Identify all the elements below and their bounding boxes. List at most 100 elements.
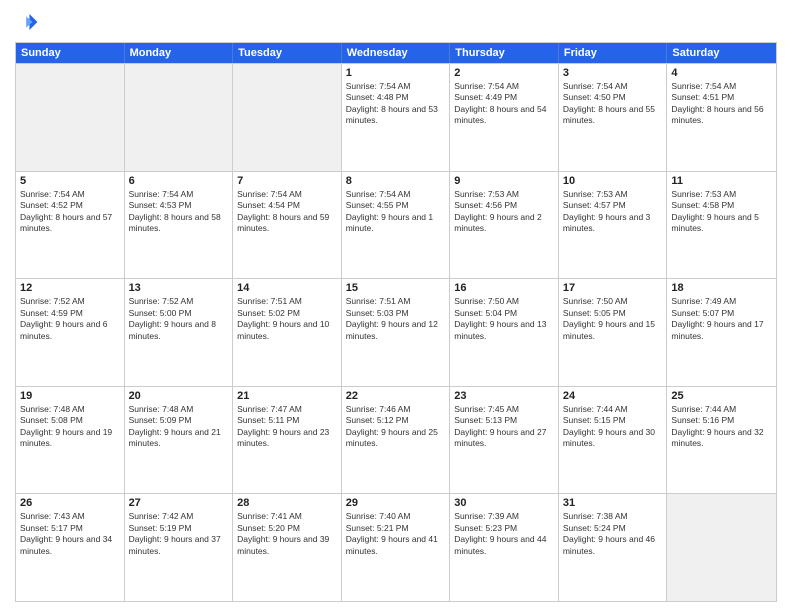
calendar-cell [233,64,342,171]
calendar-cell: 26Sunrise: 7:43 AM Sunset: 5:17 PM Dayli… [16,494,125,601]
day-number: 12 [20,282,120,294]
day-number: 10 [563,175,663,187]
day-number: 11 [671,175,772,187]
cell-info: Sunrise: 7:54 AM Sunset: 4:52 PM Dayligh… [20,189,120,235]
calendar-cell: 12 Sunrise: 7:52 AM Sunset: 4:59 PM Dayli… [16,279,125,386]
calendar-cell: 30 Sunrise: 7:39 AM Sunset: 5:23 PM Dayli… [450,494,559,601]
cell-info: Sunrise: 7:54 AM Sunset: 4:55 PM Dayligh… [346,189,446,235]
day-number: 6 [129,175,229,187]
calendar-cell: 24 Sunrise: 7:44 AM Sunset: 5:15 PM Dayli… [559,387,668,494]
day-number: 20 [129,390,229,402]
calendar-cell: 16 Sunrise: 7:50 AM Sunset: 5:04 PM Dayli… [450,279,559,386]
calendar-cell: 25Sunrise: 7:44 AM Sunset: 5:16 PM Dayli… [667,387,776,494]
cell-info: Sunrise: 7:54 AM Sunset: 4:49 PM Dayligh… [454,81,554,127]
cell-info: Sunrise: 7:50 AM Sunset: 5:05 PM Dayligh… [563,296,663,342]
cell-info: Sunrise: 7:54 AM Sunset: 4:50 PM Dayligh… [563,81,663,127]
cell-info: Sunrise: 7:39 AM Sunset: 5:23 PM Dayligh… [454,511,554,557]
day-number: 26 [20,497,120,509]
calendar-cell: 19 Sunrise: 7:48 AM Sunset: 5:08 PM Dayli… [16,387,125,494]
calendar-cell: 3 Sunrise: 7:54 AM Sunset: 4:50 PM Daylig… [559,64,668,171]
cell-info: Sunrise: 7:54 AM Sunset: 4:54 PM Dayligh… [237,189,337,235]
calendar-cell: 2 Sunrise: 7:54 AM Sunset: 4:49 PM Daylig… [450,64,559,171]
calendar-cell: 18 Sunrise: 7:49 AM Sunset: 5:07 PM Dayli… [667,279,776,386]
calendar-cell: 31 Sunrise: 7:38 AM Sunset: 5:24 PM Dayli… [559,494,668,601]
weekday-header: Friday [559,43,668,63]
cell-info: Sunrise: 7:53 AM Sunset: 4:57 PM Dayligh… [563,189,663,235]
calendar-cell: 8 Sunrise: 7:54 AM Sunset: 4:55 PM Daylig… [342,172,451,279]
cell-info: Sunrise: 7:49 AM Sunset: 5:07 PM Dayligh… [671,296,772,342]
calendar-cell: 6 Sunrise: 7:54 AM Sunset: 4:53 PM Daylig… [125,172,234,279]
cell-info: Sunrise: 7:45 AM Sunset: 5:13 PM Dayligh… [454,404,554,450]
calendar-cell: 29 Sunrise: 7:40 AM Sunset: 5:21 PM Dayli… [342,494,451,601]
cell-info: Sunrise: 7:50 AM Sunset: 5:04 PM Dayligh… [454,296,554,342]
calendar-cell: 4Sunrise: 7:54 AM Sunset: 4:51 PM Daylig… [667,64,776,171]
weekday-header: Tuesday [233,43,342,63]
cell-info: Sunrise: 7:51 AM Sunset: 5:03 PM Dayligh… [346,296,446,342]
cell-info: Sunrise: 7:41 AM Sunset: 5:20 PM Dayligh… [237,511,337,557]
day-number: 1 [346,67,446,79]
day-number: 13 [129,282,229,294]
day-number: 16 [454,282,554,294]
day-number: 5 [20,175,120,187]
day-number: 27 [129,497,229,509]
cell-info: Sunrise: 7:54 AM Sunset: 4:53 PM Dayligh… [129,189,229,235]
calendar-row: 5 Sunrise: 7:54 AM Sunset: 4:52 PM Daylig… [16,171,776,279]
calendar-cell: 23Sunrise: 7:45 AM Sunset: 5:13 PM Dayli… [450,387,559,494]
calendar-cell: 17Sunrise: 7:50 AM Sunset: 5:05 PM Dayli… [559,279,668,386]
day-number: 19 [20,390,120,402]
page-header [15,10,777,34]
calendar-cell: 13 Sunrise: 7:52 AM Sunset: 5:00 PM Dayli… [125,279,234,386]
calendar-cell [16,64,125,171]
weekday-header: Saturday [667,43,776,63]
day-number: 18 [671,282,772,294]
calendar-cell [667,494,776,601]
cell-info: Sunrise: 7:53 AM Sunset: 4:58 PM Dayligh… [671,189,772,235]
cell-info: Sunrise: 7:51 AM Sunset: 5:02 PM Dayligh… [237,296,337,342]
cell-info: Sunrise: 7:40 AM Sunset: 5:21 PM Dayligh… [346,511,446,557]
calendar-cell: 21Sunrise: 7:47 AM Sunset: 5:11 PM Dayli… [233,387,342,494]
logo [15,10,43,34]
day-number: 28 [237,497,337,509]
cell-info: Sunrise: 7:52 AM Sunset: 4:59 PM Dayligh… [20,296,120,342]
cell-info: Sunrise: 7:46 AM Sunset: 5:12 PM Dayligh… [346,404,446,450]
day-number: 29 [346,497,446,509]
cell-info: Sunrise: 7:53 AM Sunset: 4:56 PM Dayligh… [454,189,554,235]
calendar-cell: 28 Sunrise: 7:41 AM Sunset: 5:20 PM Dayli… [233,494,342,601]
cell-info: Sunrise: 7:47 AM Sunset: 5:11 PM Dayligh… [237,404,337,450]
calendar-cell: 14 Sunrise: 7:51 AM Sunset: 5:02 PM Dayli… [233,279,342,386]
cell-info: Sunrise: 7:48 AM Sunset: 5:09 PM Dayligh… [129,404,229,450]
cell-info: Sunrise: 7:38 AM Sunset: 5:24 PM Dayligh… [563,511,663,557]
day-number: 22 [346,390,446,402]
calendar-cell: 7 Sunrise: 7:54 AM Sunset: 4:54 PM Daylig… [233,172,342,279]
cell-info: Sunrise: 7:44 AM Sunset: 5:15 PM Dayligh… [563,404,663,450]
weekday-header: Sunday [16,43,125,63]
day-number: 25 [671,390,772,402]
day-number: 31 [563,497,663,509]
weekday-header: Thursday [450,43,559,63]
day-number: 24 [563,390,663,402]
calendar-header: SundayMondayTuesdayWednesdayThursdayFrid… [16,43,776,63]
calendar-cell: 9 Sunrise: 7:53 AM Sunset: 4:56 PM Daylig… [450,172,559,279]
day-number: 2 [454,67,554,79]
calendar-row: 12 Sunrise: 7:52 AM Sunset: 4:59 PM Dayli… [16,278,776,386]
calendar-row: 19 Sunrise: 7:48 AM Sunset: 5:08 PM Dayli… [16,386,776,494]
calendar-body: 1Sunrise: 7:54 AM Sunset: 4:48 PM Daylig… [16,63,776,601]
day-number: 3 [563,67,663,79]
cell-info: Sunrise: 7:48 AM Sunset: 5:08 PM Dayligh… [20,404,120,450]
day-number: 15 [346,282,446,294]
cell-info: Sunrise: 7:52 AM Sunset: 5:00 PM Dayligh… [129,296,229,342]
day-number: 30 [454,497,554,509]
cell-info: Sunrise: 7:42 AM Sunset: 5:19 PM Dayligh… [129,511,229,557]
calendar-cell: 22 Sunrise: 7:46 AM Sunset: 5:12 PM Dayli… [342,387,451,494]
calendar-cell: 27 Sunrise: 7:42 AM Sunset: 5:19 PM Dayli… [125,494,234,601]
calendar-cell: 5 Sunrise: 7:54 AM Sunset: 4:52 PM Daylig… [16,172,125,279]
calendar: SundayMondayTuesdayWednesdayThursdayFrid… [15,42,777,602]
day-number: 9 [454,175,554,187]
logo-icon [15,10,39,34]
calendar-row: 26Sunrise: 7:43 AM Sunset: 5:17 PM Dayli… [16,493,776,601]
day-number: 14 [237,282,337,294]
weekday-header: Wednesday [342,43,451,63]
day-number: 7 [237,175,337,187]
day-number: 8 [346,175,446,187]
calendar-cell: 20 Sunrise: 7:48 AM Sunset: 5:09 PM Dayli… [125,387,234,494]
